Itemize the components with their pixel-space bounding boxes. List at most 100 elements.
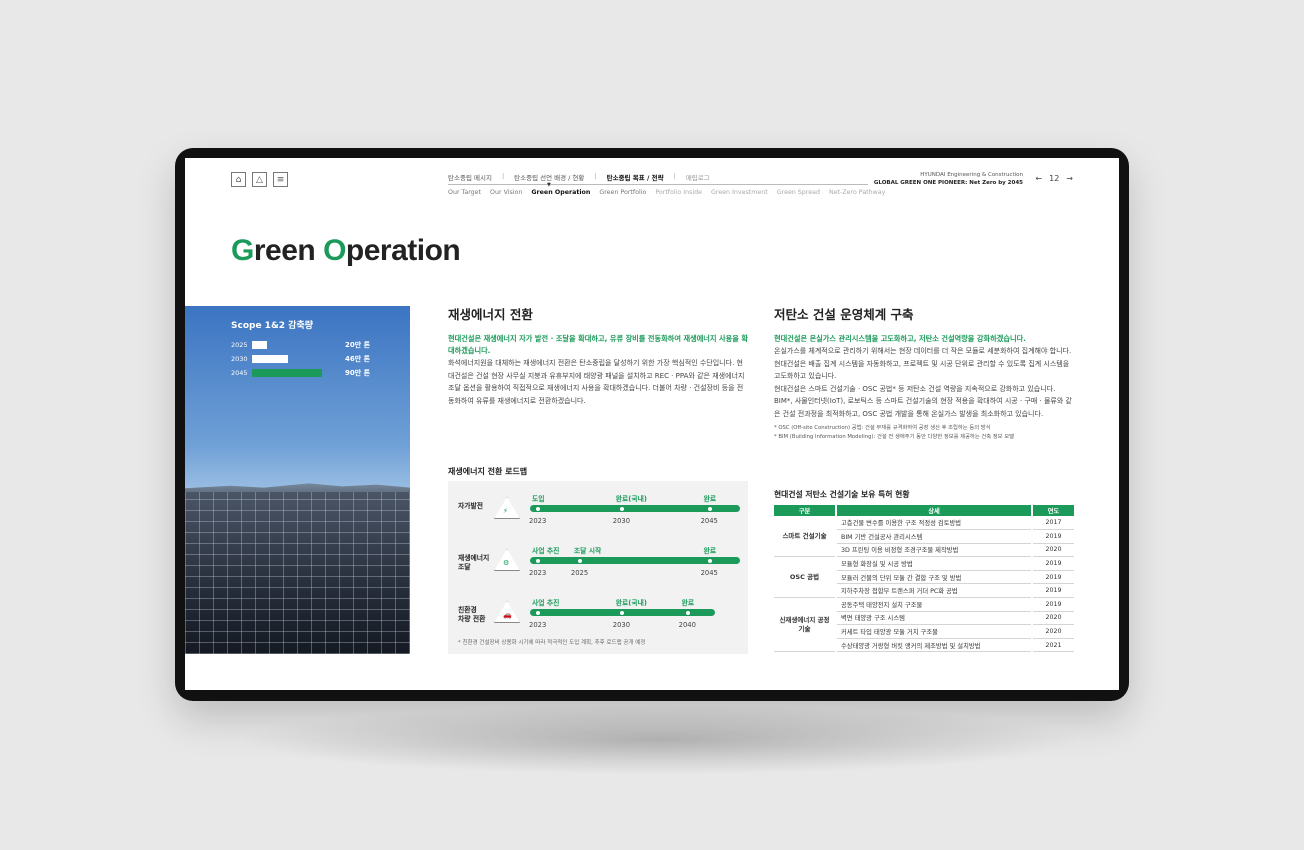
patent-detail: 3D 프린팅 이용 비정형 조경구조물 제작방법 <box>836 543 1032 558</box>
nav-separator: | <box>501 172 505 180</box>
patent-year: 2019 <box>1031 570 1074 585</box>
patent-table: 구분 상세 연도 스마트 건설기술 고층건물 변수를 이용한 구조 적정성 검토방… <box>774 505 1074 653</box>
renewable-title: 재생에너지 전환 <box>448 307 533 322</box>
table-row: OSC 공법 모듈형 화장실 및 시공 방법 2019 <box>774 556 1074 599</box>
subtab-green-operation[interactable]: Green Operation <box>531 189 590 196</box>
menu-icon[interactable]: ≡ <box>273 172 288 187</box>
roadmap-milestone-dot <box>706 557 713 564</box>
patent-category: OSC 공법 <box>774 556 837 599</box>
lowcarbon-section: 저탄소 건설 운영체계 구축 현대건설은 온실가스 관리시스템을 고도화하고, … <box>774 304 1076 442</box>
roadmap-stage-label: 완료 <box>681 599 695 607</box>
header-category: 구분 <box>774 505 836 516</box>
scope-year: 2045 <box>231 368 248 377</box>
table-header-row: 구분 상세 연도 <box>774 505 1074 516</box>
roadmap-row-label: 자가발전 <box>458 502 484 510</box>
roadmap-milestone-dot <box>535 557 541 564</box>
scope-row: 2045 90만 톤 <box>231 368 381 377</box>
tab-log[interactable]: 매립로그 <box>686 172 710 182</box>
scope-bar <box>252 340 268 349</box>
subtab-green-investment[interactable]: Green Investment <box>711 189 768 196</box>
lowcarbon-body-1: 온실가스를 체계적으로 관리하기 위해서는 현장 데이터를 더 작은 모듈로 세… <box>774 347 1072 380</box>
scope-value: 20만 톤 <box>345 340 371 349</box>
note-osc: * OSC (Off-site Construction) 공법: 건설 부재를… <box>774 425 991 431</box>
patent-detail: 벽면 태양광 구조 시스템 <box>836 611 1032 626</box>
home-icon[interactable]: ⌂ <box>231 172 246 187</box>
roadmap-milestone-dot <box>618 505 625 512</box>
subtab-our-vision[interactable]: Our Vision <box>490 189 522 196</box>
subtab-green-portfolio[interactable]: Green Portfolio <box>599 189 646 196</box>
roadmap-icon-glyph: ⚡ <box>503 507 508 515</box>
patent-table-title: 현대건설 저탄소 건설기술 보유 특허 현황 <box>774 490 910 499</box>
nav-separator: | <box>673 172 676 180</box>
renewable-body: 화석에너지원을 대체하는 재생에너지 전환은 탄소중립을 달성하기 위한 가장 … <box>448 359 745 405</box>
scope-value: 90만 톤 <box>345 368 371 377</box>
patent-detail: 모듈형 화장실 및 시공 방법 <box>836 556 1032 571</box>
tab-message[interactable]: 탄소중립 메시지 <box>448 172 492 182</box>
patent-year: 2019 <box>1031 597 1074 612</box>
scope-row: 2030 46만 톤 <box>231 354 381 363</box>
roadmap-stage-label: 완료(국내) <box>615 599 648 607</box>
main-nav: 탄소중립 메시지 | 탄소중립 선언 배경 / 현황 | 탄소중립 목표 / 전… <box>448 172 710 182</box>
roadmap-year-label: 2023 <box>529 569 547 577</box>
nav-divider <box>448 184 868 185</box>
patent-year: 2017 <box>1031 516 1074 531</box>
tab-background[interactable]: 탄소중립 선언 배경 / 현황 <box>514 172 584 182</box>
roadmap-note: * 친환경 건설장비 상용화 시기에 따라 적극적인 도입 계획, 추후 로드맵… <box>458 640 646 646</box>
roadmap-stage-label: 완료 <box>703 495 717 503</box>
print-icon[interactable]: △ <box>252 172 267 187</box>
patent-year: 2019 <box>1031 529 1074 544</box>
sub-nav: Our Target Our Vision Green Operation Gr… <box>448 189 885 196</box>
lowcarbon-body-2: 현대건설은 스마트 건설기술 · OSC 공법* 등 저탄소 건설 역량을 지속… <box>774 384 1072 418</box>
device-shadow <box>235 705 1085 775</box>
table-row: 스마트 건설기술 고층건물 변수를 이용한 구조 적정성 검토방법 2017 <box>774 516 1074 558</box>
patent-category: 신재생에너지 공정기술 <box>774 597 837 653</box>
scope-title: Scope 1&2 감축량 <box>231 321 314 331</box>
next-page-icon[interactable]: → <box>1066 174 1073 183</box>
subtab-green-spread[interactable]: Green Spread <box>777 189 820 196</box>
roadmap-stage-label: 사업 추진 <box>532 547 560 555</box>
brand-block: HYUNDAI Engineering & Construction GLOBA… <box>874 171 1023 187</box>
patent-detail: 수상태양광 거랑형 버킷 앵커의 제조방법 및 설치방법 <box>836 638 1032 653</box>
roadmap-stage-label: 조달 시작 <box>573 547 602 555</box>
report-screen: ⌂ △ ≡ 탄소중립 메시지 | 탄소중립 선언 배경 / 현황 | 탄소중립 … <box>185 158 1119 690</box>
lowcarbon-notes: * OSC (Off-site Construction) 공법: 건설 부재를… <box>774 424 1076 442</box>
subtab-portfolio-inside[interactable]: Portfolio Inside <box>655 189 702 196</box>
prev-page-icon[interactable]: ← <box>1035 174 1042 183</box>
roadmap-milestone-dot <box>684 609 691 616</box>
patent-year: 2021 <box>1031 638 1074 653</box>
patent-detail: 지하주차장 접합부 트랜스퍼 거더 PC화 공법 <box>836 583 1032 599</box>
photo-solar-panels <box>185 492 410 654</box>
scope-year: 2025 <box>231 340 248 349</box>
subtab-our-target[interactable]: Our Target <box>448 189 481 196</box>
patent-detail: 공동주택 태양전지 설치 구조물 <box>836 597 1032 612</box>
roadmap-milestone-dot <box>535 505 541 512</box>
roadmap-stage-label: 도입 <box>532 495 545 503</box>
roadmap-milestone-dot <box>618 609 625 616</box>
patent-year: 2020 <box>1031 624 1074 639</box>
patent-year: 2020 <box>1031 611 1074 626</box>
roadmap-year-label: 2030 <box>612 517 631 525</box>
scope-row: 2025 20만 톤 <box>231 340 381 349</box>
patent-detail: 모듈러 건물의 단위 모듈 간 결합 구조 및 방법 <box>836 570 1032 585</box>
patent-year: 2019 <box>1031 556 1074 571</box>
roadmap-year-label: 2045 <box>700 517 718 525</box>
roadmap-stage-label: 완료 <box>703 547 717 555</box>
roadmap-milestone-dot <box>535 609 541 616</box>
roadmap-year-label: 2045 <box>700 569 718 577</box>
subtab-net-zero-pathway[interactable]: Net-Zero Pathway <box>829 189 885 196</box>
roadmap-row-label: 친환경 차량 전환 <box>458 606 486 623</box>
roadmap-row-label: 재생에너지 조달 <box>458 554 490 571</box>
lowcarbon-lead: 현대건설은 온실가스 관리시스템을 고도화하고, 저탄소 건설역량을 강화하겠습… <box>774 334 1026 343</box>
roadmap-milestone-dot <box>706 505 713 512</box>
roadmap-year-label: 2030 <box>612 621 631 629</box>
roadmap-icon-glyph: ⚙ <box>503 559 510 567</box>
brand-company: HYUNDAI Engineering & Construction <box>920 172 1023 178</box>
roadmap-year-label: 2040 <box>678 621 696 629</box>
header-detail: 상세 <box>835 505 1032 516</box>
roadmap-title: 재생에너지 전환 로드맵 <box>448 467 528 476</box>
roadmap-year-label: 2025 <box>570 569 589 577</box>
tab-target-strategy[interactable]: 탄소중립 목표 / 전략 <box>607 172 664 182</box>
pager: ← 12 → <box>1035 174 1073 183</box>
patent-year: 2019 <box>1031 583 1074 599</box>
header-year: 연도 <box>1031 505 1074 516</box>
